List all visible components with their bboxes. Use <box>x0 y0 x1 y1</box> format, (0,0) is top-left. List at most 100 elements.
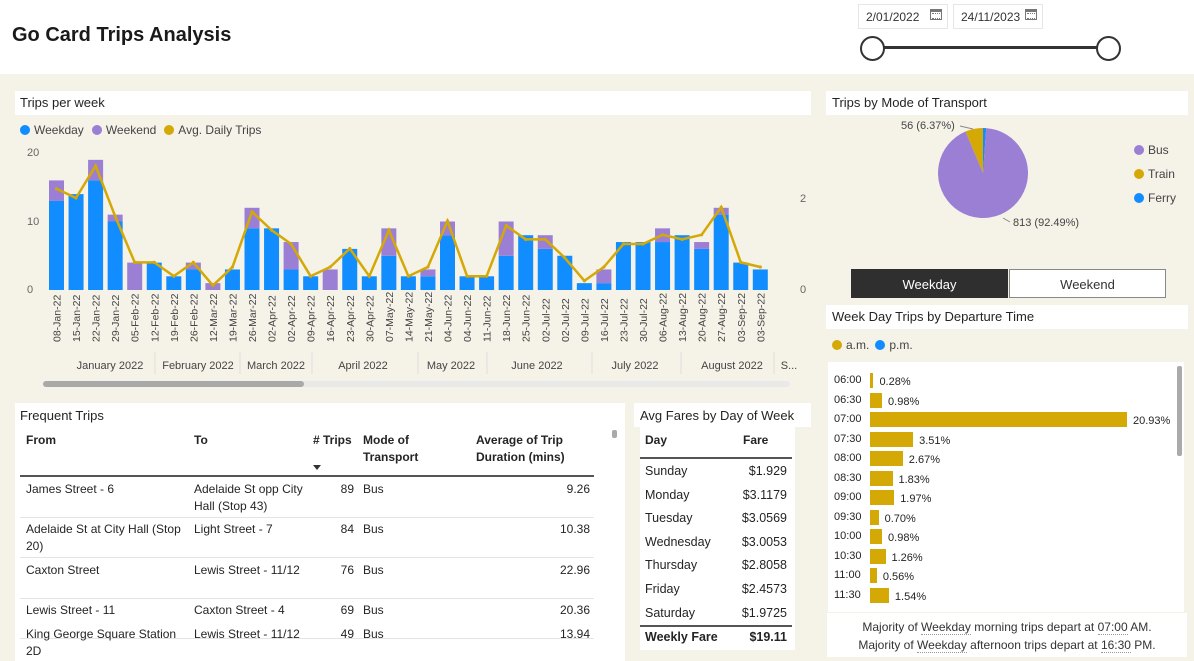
weekday-bar[interactable] <box>479 276 495 290</box>
departure-bar[interactable] <box>870 373 874 388</box>
departure-bar[interactable] <box>870 412 1127 427</box>
col-mode[interactable]: Mode of Transport <box>363 432 463 466</box>
weekday-bar[interactable] <box>244 228 260 290</box>
weekday-bar[interactable] <box>264 228 280 290</box>
x-tick-label: 30-Apr-22 <box>364 295 376 342</box>
fare-value: $1.929 <box>748 464 787 478</box>
departure-bar[interactable] <box>870 529 882 544</box>
weekday-bar[interactable] <box>694 248 710 290</box>
footnote-line-2: Majority of Weekday afternoon trips depa… <box>827 636 1187 654</box>
y-tick-0: 0 <box>27 284 33 296</box>
trip-count: 69 <box>340 603 354 617</box>
weekend-bar[interactable] <box>694 242 710 249</box>
weekend-toggle-button[interactable]: Weekend <box>1009 269 1166 298</box>
departure-time-label: 06:30 <box>834 393 862 406</box>
legend-ferry-label: Ferry <box>1148 191 1176 205</box>
trip-mode: Bus <box>363 627 384 641</box>
weekday-bar[interactable] <box>752 269 768 290</box>
calendar-icon[interactable] <box>930 9 942 20</box>
weekday-bar[interactable] <box>557 255 573 290</box>
weekday-bar[interactable] <box>88 180 104 290</box>
legend-ferry[interactable]: Ferry <box>1134 191 1176 205</box>
weekday-bar[interactable] <box>674 235 690 290</box>
weekday-bar[interactable] <box>635 242 651 290</box>
weekday-bar[interactable] <box>283 269 299 290</box>
x-tick-label: 11-Jun-22 <box>482 295 494 342</box>
fare-day: Wednesday <box>645 534 711 549</box>
start-date-input[interactable]: 2/01/2022 <box>858 4 948 29</box>
fare-value: $1.9725 <box>741 605 787 620</box>
weekday-bar[interactable] <box>576 283 592 290</box>
weekday-bar[interactable] <box>185 269 201 290</box>
departure-bar[interactable] <box>870 392 882 408</box>
weekend-bar[interactable] <box>537 235 553 249</box>
departure-bar[interactable] <box>870 587 889 603</box>
col-fare[interactable]: Fare <box>743 432 768 449</box>
departure-time-label: 08:00 <box>834 452 862 464</box>
departure-bar[interactable] <box>870 548 886 564</box>
fare-day: Sunday <box>645 464 688 478</box>
start-date-value: 2/01/2022 <box>866 10 920 24</box>
weekday-bar[interactable] <box>537 248 553 290</box>
slider-end-handle[interactable] <box>1096 36 1121 61</box>
date-range-slider-track[interactable] <box>872 46 1109 49</box>
slider-start-handle[interactable] <box>860 36 885 61</box>
departure-bar[interactable] <box>870 568 877 583</box>
departure-time-label: 10:30 <box>834 549 862 562</box>
weekday-bar[interactable] <box>440 235 455 290</box>
fare-value: $3.0569 <box>741 511 787 526</box>
x-tick-label: 06-Aug-22 <box>658 293 670 342</box>
table-scrollbar[interactable] <box>612 430 617 438</box>
weekday-bar[interactable] <box>518 235 534 290</box>
weekday-bar[interactable] <box>733 262 749 290</box>
departure-bar[interactable] <box>870 470 893 486</box>
x-tick-label: 22-Jan-22 <box>91 295 103 342</box>
weekday-bar[interactable] <box>459 276 475 290</box>
departure-scrollbar[interactable] <box>1177 366 1182 456</box>
weekday-bar[interactable] <box>49 200 64 290</box>
legend-avg-daily[interactable]: Avg. Daily Trips <box>178 123 261 137</box>
legend-pm[interactable]: p.m. <box>889 338 912 352</box>
trip-to: Lewis Street - 11/12 <box>194 563 300 577</box>
sort-desc-icon[interactable] <box>313 465 321 470</box>
weekday-bar[interactable] <box>381 255 397 290</box>
fare-value: $2.8058 <box>741 558 787 573</box>
col-to[interactable]: To <box>194 432 208 449</box>
legend-weekday[interactable]: Weekday <box>34 123 84 137</box>
footnote-text: afternoon trips depart at <box>966 638 1101 652</box>
legend-bus[interactable]: Bus <box>1134 143 1169 157</box>
weekday-bar[interactable] <box>655 242 671 290</box>
departure-bar[interactable] <box>870 490 895 505</box>
y-tick-10: 10 <box>27 216 39 228</box>
col-from[interactable]: From <box>26 432 56 449</box>
col-trips[interactable]: # Trips <box>313 432 352 449</box>
trip-duration: 13.94 <box>559 627 590 641</box>
calendar-icon[interactable] <box>1025 9 1037 20</box>
departure-bar[interactable] <box>870 509 879 525</box>
month-label: March 2022 <box>247 360 305 372</box>
weekday-bar[interactable] <box>596 283 612 290</box>
fare-value: $3.0053 <box>741 534 787 549</box>
weekday-bar[interactable] <box>713 214 729 290</box>
col-day[interactable]: Day <box>645 432 667 449</box>
insight-footnote: Majority of Weekday morning trips depart… <box>827 613 1187 657</box>
departure-pct-label: 0.56% <box>882 571 915 583</box>
weekday-toggle-button[interactable]: Weekday <box>851 269 1008 298</box>
weekend-bar[interactable] <box>322 269 338 290</box>
legend-weekend[interactable]: Weekend <box>106 123 156 137</box>
departure-bar[interactable] <box>870 451 903 466</box>
weekday-bar[interactable] <box>498 255 514 290</box>
legend-am[interactable]: a.m. <box>846 338 869 352</box>
col-duration[interactable]: Average of Trip Duration (mins) <box>476 432 586 466</box>
departure-bar[interactable] <box>870 431 914 447</box>
weekday-bar[interactable] <box>303 276 319 290</box>
weekday-bar[interactable] <box>68 194 84 290</box>
weekday-bar[interactable] <box>400 276 416 290</box>
fare-day: Monday <box>645 487 690 502</box>
chart-scrollbar-thumb[interactable] <box>43 381 304 387</box>
weekday-bar[interactable] <box>166 276 182 290</box>
weekend-bar[interactable] <box>127 262 143 290</box>
end-date-input[interactable]: 24/11/2023 <box>953 4 1043 29</box>
legend-train[interactable]: Train <box>1134 167 1175 181</box>
weekday-bar[interactable] <box>420 276 436 290</box>
